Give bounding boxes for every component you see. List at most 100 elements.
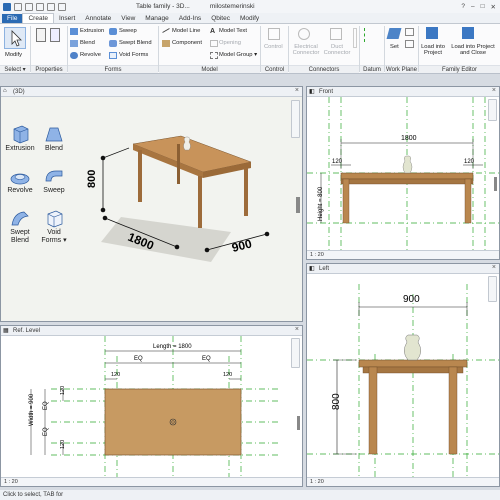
tab-view[interactable]: View	[116, 14, 140, 23]
tab-modify[interactable]: Modify	[235, 14, 264, 23]
blend-button[interactable]: Blend	[80, 40, 95, 46]
plan-dim-120-d[interactable]: 120	[223, 372, 232, 378]
revolve-icon	[70, 52, 78, 59]
close-left-icon[interactable]: ×	[492, 264, 496, 271]
close-front-icon[interactable]: ×	[492, 87, 496, 94]
dim-3d-width[interactable]: 900	[230, 236, 253, 255]
plan-dim-120-b[interactable]: 120	[60, 440, 66, 449]
left-dim-height[interactable]: 800	[331, 393, 342, 410]
undo-icon[interactable]	[36, 2, 44, 11]
app-menu-icon[interactable]	[3, 2, 11, 11]
plan-dim-120-a[interactable]: 120	[60, 386, 66, 395]
left-drawing[interactable]: 900 800	[307, 274, 500, 479]
set-button[interactable]: Set	[390, 44, 399, 50]
tab-create[interactable]: Create	[22, 13, 54, 23]
control-button[interactable]: Control	[264, 44, 283, 50]
ref-level-view-control-bar[interactable]: 1 : 20	[1, 477, 302, 486]
swept-blend-button[interactable]: Swept Blend	[119, 40, 152, 46]
electrical-connector-button[interactable]: Electrical Connector	[291, 44, 321, 56]
model-text-icon: A	[210, 28, 216, 35]
left-dim-width[interactable]: 900	[403, 294, 420, 305]
tab-insert[interactable]: Insert	[54, 14, 80, 23]
tab-add-ins[interactable]: Add-Ins	[174, 14, 206, 23]
flyout-swept-blend[interactable]: Swept Blend	[3, 207, 37, 245]
plan-width-label[interactable]: Width = 900	[29, 393, 35, 426]
modify-button[interactable]	[4, 27, 26, 49]
view-front-title: Front	[307, 87, 499, 97]
family-types-icon[interactable]	[36, 28, 46, 42]
component-button[interactable]: Component	[172, 40, 202, 46]
ref-level-scrollbar[interactable]	[297, 416, 300, 430]
extrusion-button[interactable]: Extrusion	[80, 28, 104, 34]
reference-plane-icon[interactable]	[364, 28, 376, 42]
view-3d-navigation-bar[interactable]	[291, 100, 300, 138]
front-dim-120-left[interactable]: 120	[332, 159, 343, 165]
load-into-project-button[interactable]: Load into Project	[419, 44, 447, 56]
ref-level-scale[interactable]: 1 : 20	[4, 479, 18, 485]
select-group-label[interactable]: Select ▾	[0, 65, 30, 73]
help-icon[interactable]: ?	[461, 3, 465, 11]
view-front[interactable]: Front ◧ × 1800 120 120 Height = 800 1: …	[306, 86, 500, 260]
redo-icon[interactable]	[47, 2, 55, 11]
plan-eq-left-top[interactable]: EQ	[43, 401, 49, 410]
opening-button[interactable]: Opening	[219, 40, 241, 46]
front-drawing[interactable]: 1800 120 120 Height = 800	[307, 97, 500, 252]
plan-eq-top-right[interactable]: EQ	[202, 356, 211, 362]
tab-manage[interactable]: Manage	[140, 14, 174, 23]
plan-drawing[interactable]: Length = 1800 EQ EQ Width = 900 EQ EQ 12…	[1, 336, 303, 479]
void-forms-button[interactable]: Void Forms	[119, 52, 148, 58]
view-ref-level[interactable]: Ref. Level ▦ × Length = 1800 EQ EQ Width…	[0, 325, 303, 487]
plan-length-label[interactable]: Length = 1800	[153, 344, 192, 350]
front-navigation-bar[interactable]	[488, 99, 497, 121]
properties-icon[interactable]	[50, 28, 60, 42]
close-view-icon[interactable]: ×	[295, 87, 299, 94]
flyout-void-forms[interactable]: Void Forms ▾	[37, 207, 71, 245]
view-left-title: Left	[307, 264, 499, 274]
tab-qbitec[interactable]: Qbitec	[206, 14, 235, 23]
user-name[interactable]: milostemerinski	[210, 3, 255, 10]
view-left[interactable]: Left ◧ × 900 800 1: 20	[306, 263, 500, 487]
extrusion-shape-icon	[13, 125, 29, 144]
print-icon[interactable]	[58, 2, 66, 11]
open-icon[interactable]	[14, 2, 22, 11]
plan-dim-120-c[interactable]: 120	[111, 372, 120, 378]
duct-connector-button[interactable]: Duct Connector	[322, 44, 352, 56]
viewer-icon[interactable]	[405, 40, 414, 48]
model-text-button[interactable]: Model Text	[219, 28, 247, 34]
flyout-revolve[interactable]: Revolve	[3, 165, 37, 194]
plan-eq-top-left[interactable]: EQ	[134, 356, 143, 362]
maximize-icon[interactable]: □	[481, 3, 485, 11]
show-work-plane-icon[interactable]	[405, 28, 414, 36]
front-dim-length[interactable]: 1800	[401, 135, 417, 142]
ref-level-navigation-bar[interactable]	[291, 338, 300, 368]
tab-annotate[interactable]: Annotate	[80, 14, 116, 23]
sweep-icon	[109, 28, 117, 35]
tab-file[interactable]: File	[2, 14, 23, 23]
load-and-close-button[interactable]: Load into Project and Close	[448, 44, 498, 56]
model-line-button[interactable]: Model Line	[172, 28, 200, 34]
left-navigation-bar[interactable]	[488, 276, 497, 302]
model-group-button[interactable]: Model Group ▾	[219, 52, 257, 58]
flyout-extrusion[interactable]: Extrusion	[3, 123, 37, 152]
flyout-sweep[interactable]: Sweep	[37, 165, 71, 194]
left-scale[interactable]: 1 : 20	[310, 479, 324, 485]
close-ref-level-icon[interactable]: ×	[295, 326, 299, 333]
save-icon[interactable]	[25, 2, 33, 11]
minimize-icon[interactable]: –	[471, 3, 475, 11]
front-dim-120-right[interactable]: 120	[464, 159, 475, 165]
front-scale[interactable]: 1 : 20	[310, 252, 324, 258]
dim-3d-height[interactable]: 800	[86, 170, 98, 188]
revolve-button[interactable]: Revolve	[80, 52, 101, 58]
front-height-label[interactable]: Height = 800	[318, 186, 324, 221]
table-3d-model[interactable]: 800 1800 900	[81, 122, 281, 292]
left-view-control-bar[interactable]: 1 : 20	[307, 477, 499, 486]
close-icon[interactable]: ✕	[491, 3, 496, 11]
plan-eq-left-bottom[interactable]: EQ	[43, 427, 49, 436]
front-view-control-bar[interactable]: 1 : 20	[307, 250, 499, 259]
modify-label: Modify	[5, 52, 23, 58]
view-3d-scrollbar[interactable]	[296, 197, 300, 213]
flyout-blend[interactable]: Blend	[37, 123, 71, 152]
sweep-button[interactable]: Sweep	[119, 28, 137, 34]
view-3d[interactable]: (3D) ⌂ × Extrusion Blend Revolve Sweep S…	[0, 86, 303, 322]
front-scrollbar[interactable]	[494, 177, 497, 191]
